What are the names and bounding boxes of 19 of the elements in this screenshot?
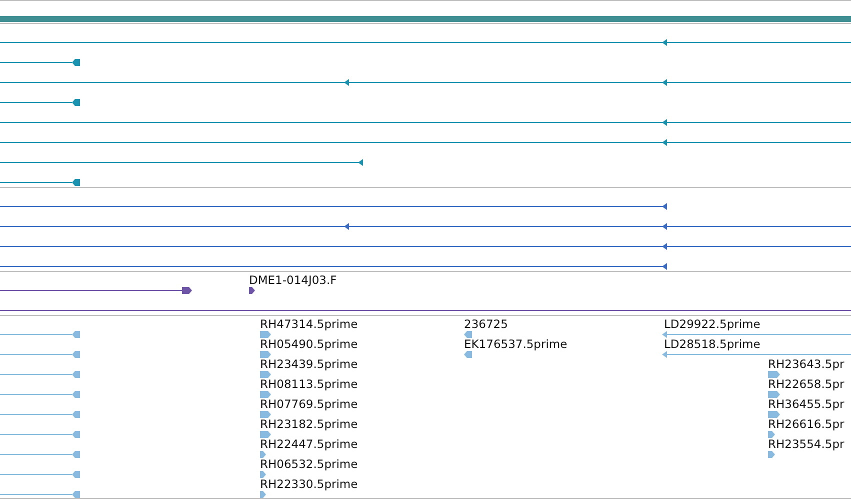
feature-label: 236725 (464, 317, 508, 331)
feature-label: RH06532.5prime (260, 457, 358, 471)
feature-label: RH23643.5pr (768, 357, 844, 371)
feature-label: RH08113.5prime (260, 377, 358, 391)
feature-label: RH07769.5prime (260, 397, 358, 411)
feature-label: LD28518.5prime (664, 337, 760, 351)
feature-label: RH22330.5prime (260, 477, 358, 491)
feature-label: RH05490.5prime (260, 337, 358, 351)
feature-label: RH22658.5pr (768, 377, 844, 391)
feature-label: RH23554.5pr (768, 437, 844, 451)
feature-label: DME1-014J03.F (249, 273, 337, 287)
feature-label: RH47314.5prime (260, 317, 358, 331)
feature-label: RH23439.5prime (260, 357, 358, 371)
feature-label: RH36455.5pr (768, 397, 844, 411)
feature-label: LD29922.5prime (664, 317, 760, 331)
feature-label: RH23182.5prime (260, 417, 358, 431)
feature-label: RH22447.5prime (260, 437, 358, 451)
feature-label: RH26616.5pr (768, 417, 844, 431)
feature-label: EK176537.5prime (464, 337, 568, 351)
